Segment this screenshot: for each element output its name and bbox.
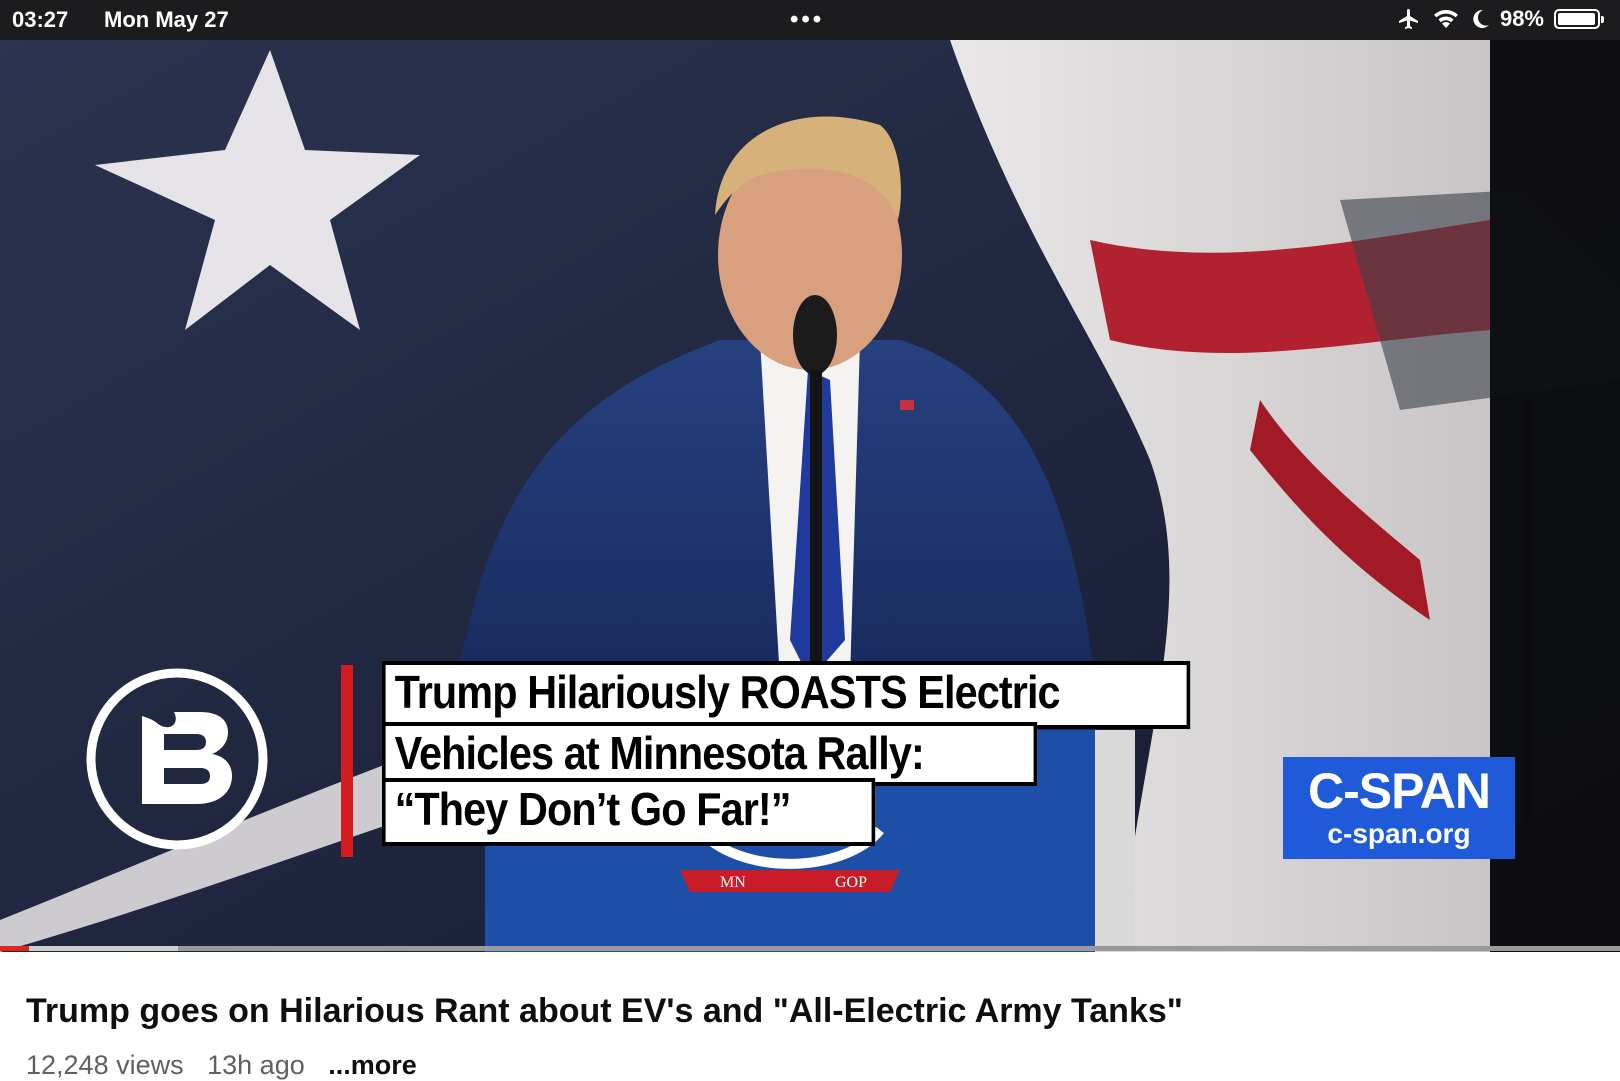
network-url: c-span.org [1327, 818, 1471, 849]
podium [485, 730, 1095, 952]
view-count: 12,248 views [26, 1050, 184, 1080]
played-fill [0, 946, 30, 951]
status-time: 03:27 [12, 7, 69, 32]
moon-icon [1473, 9, 1489, 28]
video-player[interactable]: MN GOP Trump Hilariously ROASTS Electric… [0, 40, 1620, 952]
more-link[interactable]: ...more [328, 1050, 417, 1080]
video-progress-bar[interactable] [0, 946, 1620, 951]
airplane-icon [1398, 9, 1418, 29]
title-accent-bar [341, 665, 353, 857]
network-name: C-SPAN [1308, 763, 1491, 819]
battery-level [1558, 13, 1596, 25]
video-meta: 12,248 views 13h ago ...more [26, 1050, 433, 1081]
podium-label-mn: MN [720, 874, 746, 891]
status-date: Mon May 27 [104, 7, 229, 32]
status-bar: 03:27 Mon May 27 ••• 98% [0, 0, 1620, 40]
channel-logo-icon [86, 668, 268, 850]
podium-label-gop: GOP [835, 874, 867, 891]
wifi-icon [1433, 10, 1458, 28]
status-indicators: 98% [1396, 6, 1604, 32]
battery-percent: 98% [1499, 6, 1544, 31]
video-title[interactable]: Trump goes on Hilarious Rant about EV's … [26, 992, 1586, 1031]
multitasking-dots-icon[interactable]: ••• [790, 6, 824, 34]
network-badge: C-SPAN c-span.org [1283, 757, 1515, 859]
battery-icon [1554, 9, 1604, 29]
upload-age: 13h ago [207, 1050, 305, 1080]
